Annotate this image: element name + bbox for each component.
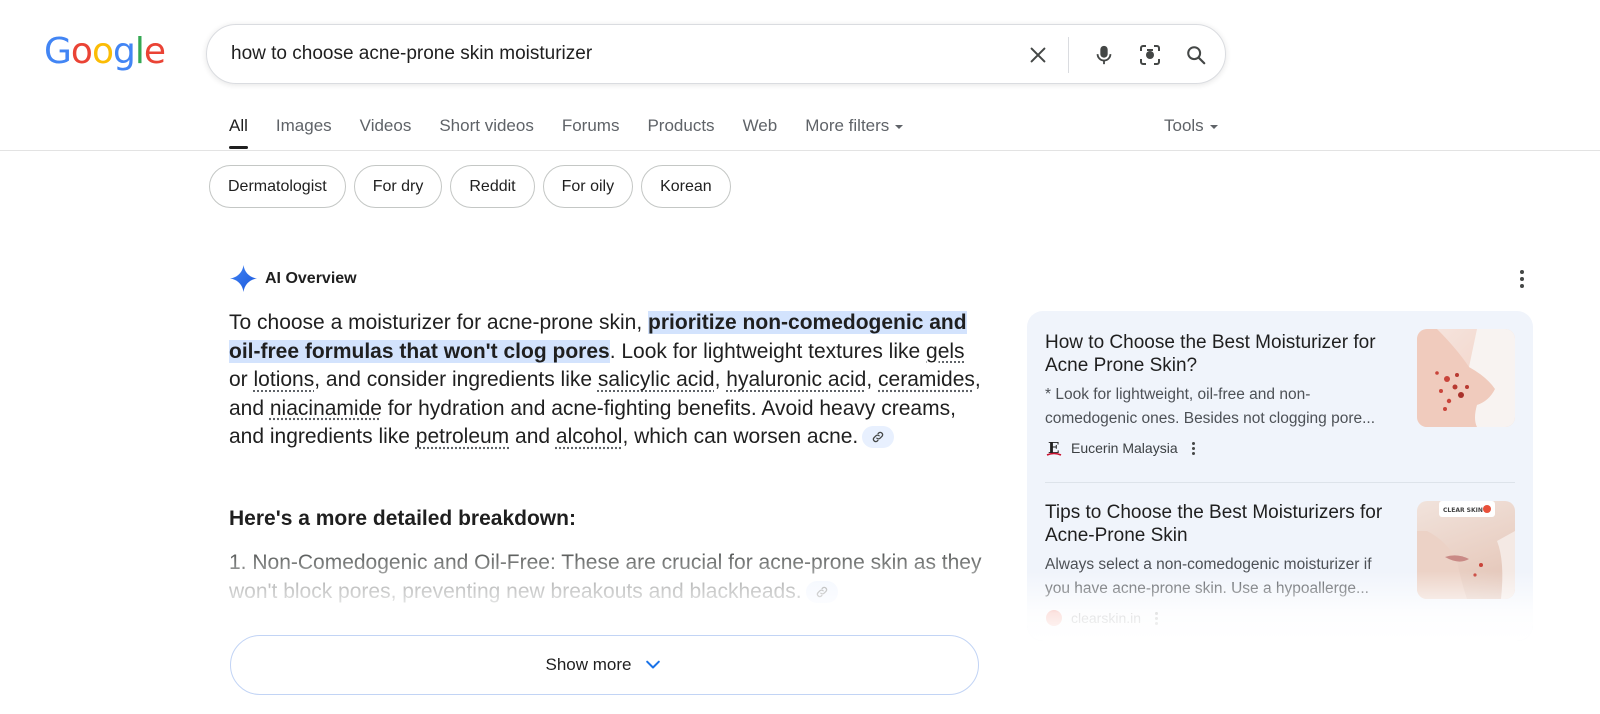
more-options-icon[interactable] [1514,268,1530,290]
source-snippet: * Look for lightweight, oil-free and non… [1045,383,1400,431]
chip-reddit[interactable]: Reddit [450,165,535,208]
overview-text: or [229,368,254,391]
mic-icon[interactable] [1090,41,1118,69]
snippet-line: comedogenic ones. Besides not clogging p… [1045,410,1376,427]
chip-for-dry[interactable]: For dry [353,165,443,208]
overview-text: , which can worsen acne. [622,425,859,448]
tab-more-filters-label: More filters [805,116,890,135]
chip-korean[interactable]: Korean [641,165,731,208]
close-icon[interactable] [1024,41,1052,69]
term-petroleum[interactable]: petroleum [416,425,509,448]
search-box [206,24,1226,84]
more-options-icon[interactable] [1191,441,1195,455]
logo-letter: l [134,31,145,72]
clearskin-favicon [1045,609,1063,627]
source-name: Eucerin Malaysia [1071,440,1178,456]
tab-web[interactable]: Web [743,116,778,150]
source-thumbnail[interactable] [1417,329,1515,427]
sources-panel: How to Choose the Best Moisturizer for A… [1027,311,1533,641]
ai-overview-title: AI Overview [265,269,357,287]
source-thumbnail[interactable]: CLEAR SKIN [1417,501,1515,599]
logo-letter: g [112,31,136,72]
source-title[interactable]: Tips to Choose the Best Moisturizers for… [1045,501,1400,547]
snippet-line: Always select a non-comedogenic moisturi… [1045,556,1372,573]
ai-overview-text: To choose a moisturizer for acne-prone s… [229,309,989,452]
term-hyaluronic-acid[interactable]: hyaluronic acid [726,368,866,391]
term-niacinamide[interactable]: niacinamide [270,397,382,420]
term-salicylic-acid[interactable]: salicylic acid [598,368,715,391]
chevron-down-icon [1209,124,1218,129]
refinement-chips: Dermatologist For dry Reddit For oily Ko… [209,165,731,208]
tab-forums[interactable]: Forums [562,116,620,150]
snippet-line: you have acne-prone skin. Use a hypoalle… [1045,580,1369,597]
show-more-button[interactable]: Show more [230,635,979,695]
sparkle-icon [230,265,257,292]
overview-text: . Look for lightweight textures like [609,339,927,363]
tab-more-filters[interactable]: More filters [805,116,904,150]
link-icon [816,587,827,598]
google-logo[interactable]: Google [44,31,166,72]
source-name: clearskin.in [1071,610,1142,626]
tab-all[interactable]: All [229,116,248,150]
search-icon[interactable] [1182,41,1210,69]
tab-products[interactable]: Products [647,116,714,150]
breakdown-heading: Here's a more detailed breakdown: [229,507,576,530]
chevron-down-icon [895,124,904,129]
logo-letter: o [91,31,114,72]
overview-text: , and consider ingredients like [314,368,598,391]
overview-text: , [714,368,727,391]
overview-text: and [509,425,556,448]
logo-letter: o [70,31,93,72]
eucerin-favicon: E [1045,439,1063,457]
term-gels[interactable]: gels [926,340,965,363]
link-icon [873,432,884,443]
source-title[interactable]: How to Choose the Best Moisturizer for A… [1045,331,1400,377]
ai-overview-header: AI Overview [230,265,357,292]
chip-dermatologist[interactable]: Dermatologist [209,165,346,208]
logo-letter: e [143,31,166,72]
tools-button[interactable]: Tools [1164,116,1218,136]
logo-letter: G [44,31,72,72]
breakdown-item: 1. Non-Comedogenic and Oil-Free: These a… [229,548,989,606]
chip-for-oily[interactable]: For oily [542,165,634,208]
source-snippet: Always select a non-comedogenic moisturi… [1045,553,1400,601]
tools-label: Tools [1164,116,1204,135]
search-tabs: All Images Videos Short videos Forums Pr… [229,116,931,150]
source-attribution: E Eucerin Malaysia [1045,439,1515,457]
overview-intro: To choose a moisturizer for acne-prone s… [229,311,649,334]
tab-images[interactable]: Images [276,116,332,150]
show-more-label: Show more [545,655,632,674]
chevron-down-icon [646,660,661,669]
snippet-line: * Look for lightweight, oil-free and non… [1045,386,1311,403]
card-divider [1045,482,1515,483]
term-ceramides[interactable]: ceramides [878,368,975,391]
breakdown-item-text: 1. Non-Comedogenic and Oil-Free: These a… [229,551,982,603]
more-options-icon[interactable] [1155,611,1159,625]
search-divider [1068,37,1069,73]
tabs-divider [0,150,1600,151]
term-alcohol[interactable]: alcohol [556,425,623,448]
citation-link-button[interactable] [805,581,838,604]
term-lotions[interactable]: lotions [254,368,315,391]
svg-text:CLEAR SKIN: CLEAR SKIN [1443,507,1483,514]
tab-short-videos[interactable]: Short videos [439,116,534,150]
lens-icon[interactable] [1136,41,1164,69]
overview-text: , [866,368,879,391]
tab-videos[interactable]: Videos [360,116,412,150]
source-attribution: clearskin.in [1045,609,1515,627]
search-input[interactable] [231,34,1001,74]
citation-link-button[interactable] [862,426,895,449]
